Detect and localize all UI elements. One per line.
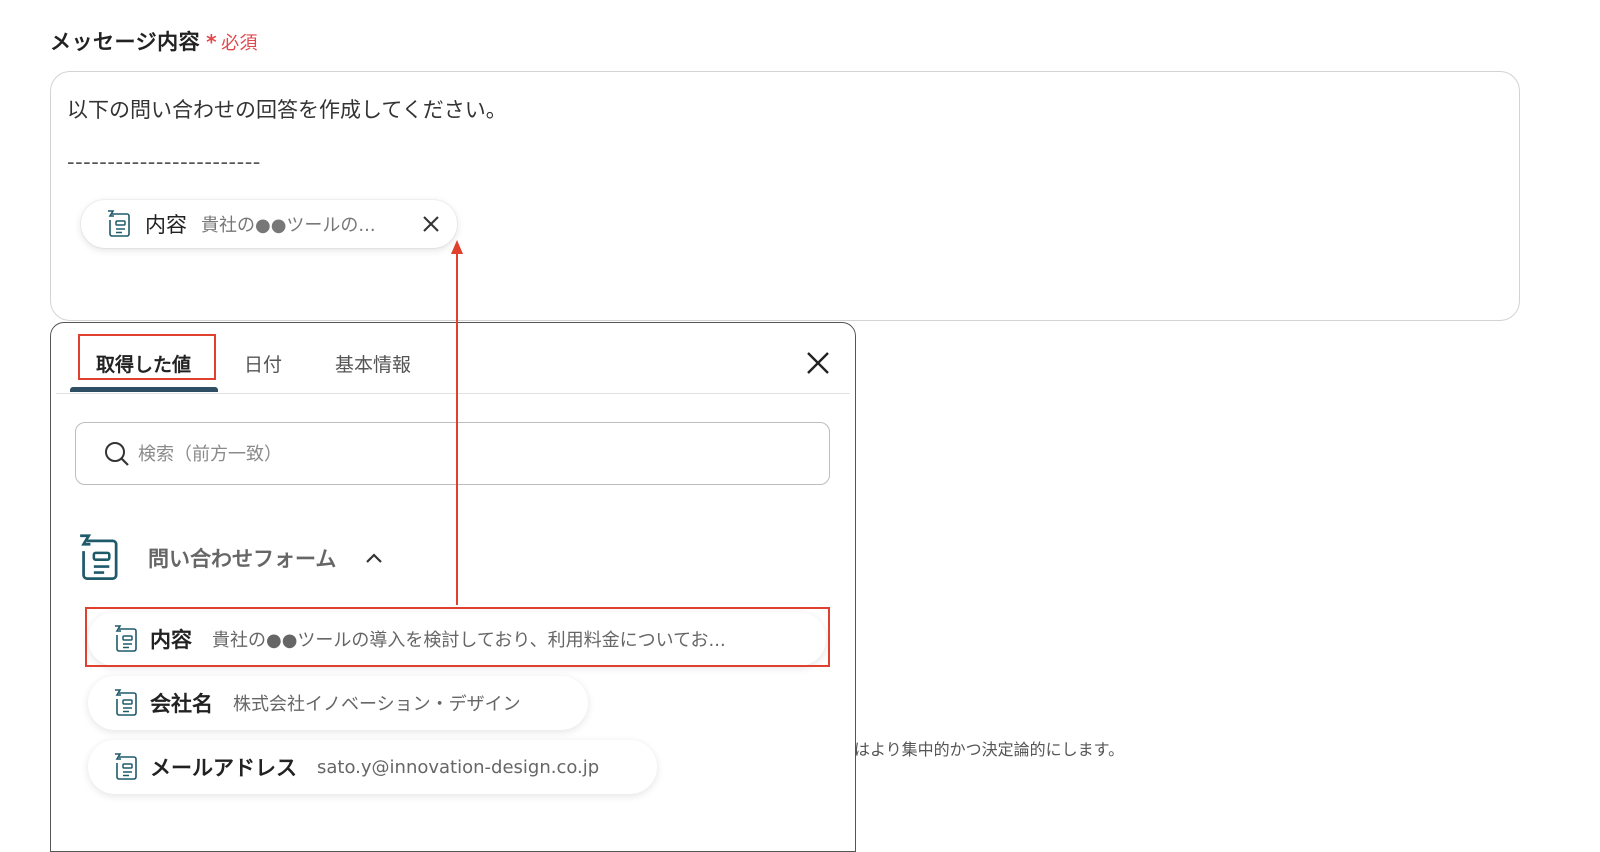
message-editor[interactable]: 以下の問い合わせの回答を作成してください。 ------------------… (50, 71, 1520, 321)
form-icon (114, 689, 138, 717)
tab-divider (56, 393, 850, 394)
chip-label: 内容 (145, 213, 187, 237)
message-field-label: メッセージ内容 * 必須 (50, 26, 258, 56)
editor-line-2: ------------------------ (67, 150, 261, 174)
background-description-text: はより集中的かつ決定論的にします。 (854, 740, 1125, 759)
item-highlight-box (85, 607, 830, 667)
field-label-text: メッセージ内容 (50, 30, 201, 54)
chevron-up-icon[interactable] (365, 552, 383, 564)
search-icon (105, 442, 129, 466)
item-value: 株式会社イノベーション・デザイン (233, 694, 521, 715)
variable-picker-popup: 取得した値 日付 基本情報 問い合わせフォーム 内容 貴社の●●ツールの導入を検… (50, 322, 856, 852)
search-box (75, 422, 830, 485)
editor-line-1: 以下の問い合わせの回答を作成してください。 (67, 98, 507, 122)
chip-preview: 貴社の●●ツールの... (201, 215, 376, 236)
tab-date[interactable]: 日付 (244, 350, 282, 377)
form-icon (114, 753, 138, 781)
tab-basic-info[interactable]: 基本情報 (335, 350, 411, 377)
item-name: 会社名 (150, 692, 213, 716)
list-item-company-name[interactable]: 会社名 株式会社イノベーション・デザイン (88, 676, 588, 730)
group-title[interactable]: 問い合わせフォーム (148, 543, 336, 573)
list-item-email[interactable]: メールアドレス sato.y@innovation-design.co.jp (88, 740, 657, 794)
item-name: メールアドレス (150, 756, 297, 780)
required-star: * (206, 30, 218, 54)
active-tab-indicator (70, 387, 218, 392)
item-value: sato.y@innovation-design.co.jp (317, 756, 600, 778)
form-icon (77, 534, 121, 582)
close-icon[interactable] (419, 212, 443, 236)
close-icon[interactable] (805, 350, 831, 376)
required-text: 必須 (221, 33, 259, 54)
search-input[interactable] (136, 437, 800, 471)
inserted-variable-chip[interactable]: 内容 貴社の●●ツールの... (81, 200, 457, 248)
form-icon (107, 210, 131, 238)
tab-highlight-box (78, 334, 216, 380)
